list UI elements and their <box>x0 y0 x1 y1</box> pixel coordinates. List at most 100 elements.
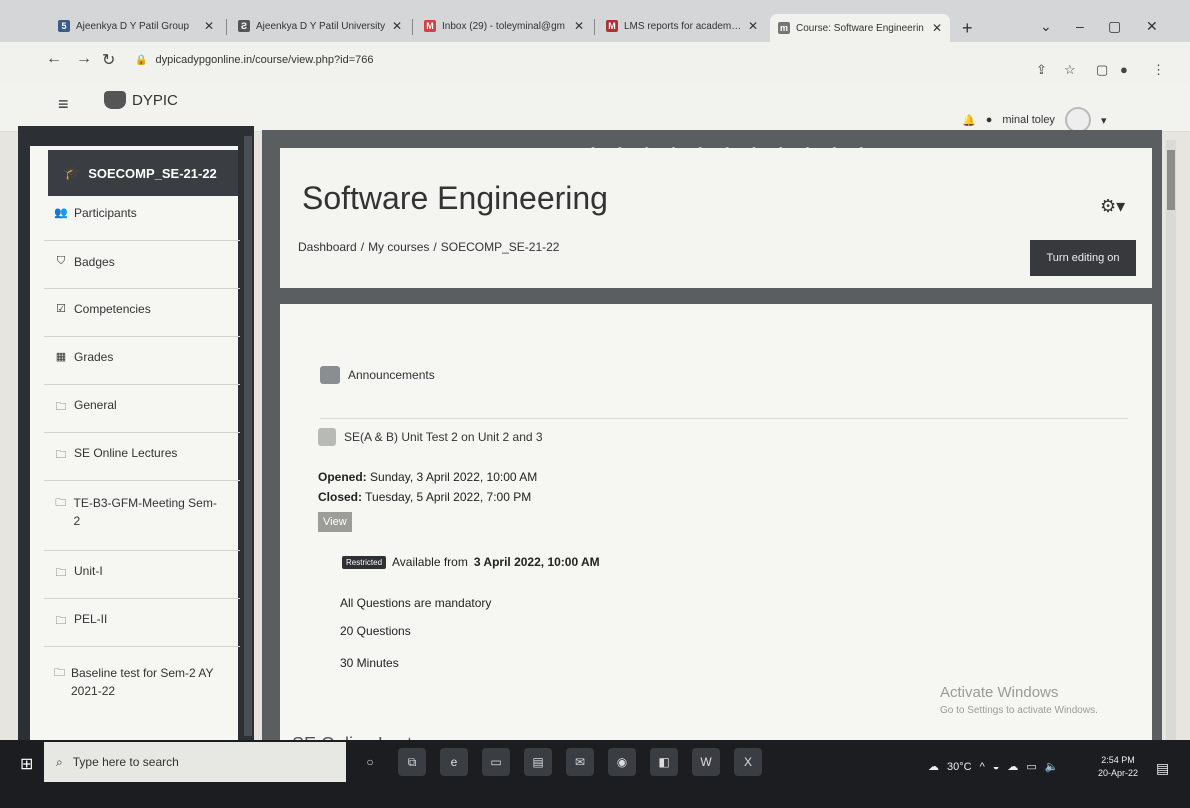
cortana-icon[interactable]: ○ <box>356 748 384 776</box>
divider <box>44 240 240 241</box>
drawer-item-label: PEL-II <box>74 612 108 626</box>
drawer-item-baseline-test[interactable]: 🗀 Baseline test for Sem-2 AY 2021-22 <box>48 664 218 700</box>
user-name[interactable]: minal toley <box>1002 114 1055 126</box>
close-window-button[interactable]: ✕ <box>1146 18 1158 35</box>
office-icon[interactable]: ◧ <box>650 748 678 776</box>
network-icon[interactable]: ◒ <box>993 761 1000 773</box>
store-icon[interactable]: ▤ <box>524 748 552 776</box>
close-icon[interactable]: ✕ <box>204 19 214 33</box>
new-tab-button[interactable]: + <box>962 18 973 39</box>
drawer-item-general[interactable]: 🗀 General <box>48 398 238 417</box>
excel-icon[interactable]: X <box>734 748 762 776</box>
folder-icon: 🗀 <box>55 497 67 509</box>
page-scrollbar-thumb[interactable] <box>1167 150 1175 210</box>
site-name: DYPIC <box>132 91 178 109</box>
quiz-activity[interactable]: SE(A & B) Unit Test 2 on Unit 2 and 3 <box>318 428 543 446</box>
close-icon[interactable]: ✕ <box>748 19 758 33</box>
drawer-item-te-b3-gfm-meeting[interactable]: 🗀 TE-B3-GFM-Meeting Sem-2 <box>48 494 218 530</box>
edge-icon[interactable]: e <box>440 748 468 776</box>
breadcrumb-my-courses[interactable]: My courses <box>368 240 429 254</box>
forward-icon[interactable]: → <box>76 50 92 68</box>
task-view-icon[interactable]: ⧉ <box>398 748 426 776</box>
browser-menu-icon[interactable]: ⋮ <box>1152 62 1165 78</box>
maximize-button[interactable]: ▢ <box>1108 18 1121 35</box>
browser-tab-3[interactable]: M Inbox (29) - toleyminal@gm ✕ <box>416 12 592 40</box>
quiz-link[interactable]: SE(A & B) Unit Test 2 on Unit 2 and 3 <box>344 430 543 444</box>
chrome-icon[interactable]: ◉ <box>608 748 636 776</box>
folder-icon: 🗀 <box>55 401 67 413</box>
divider <box>44 288 240 289</box>
divider <box>44 646 240 647</box>
close-icon[interactable]: ✕ <box>574 19 584 33</box>
minimize-button[interactable]: – <box>1076 18 1084 34</box>
search-placeholder: Type here to search <box>72 755 179 769</box>
turn-editing-on-button[interactable]: Turn editing on <box>1030 240 1136 276</box>
taskbar-apps: ○ ⧉ e ▭ ▤ ✉ ◉ ◧ W X <box>356 748 762 776</box>
weather-icon[interactable]: ☁ <box>928 760 939 773</box>
course-shortname: SOECOMP_SE-21-22 <box>88 165 217 181</box>
breadcrumb-course[interactable]: SOECOMP_SE-21-22 <box>441 240 560 254</box>
tab-title: Inbox (29) - toleyminal@gm <box>442 20 565 32</box>
lock-icon: 🔒 <box>135 54 148 66</box>
browser-tab-4[interactable]: M LMS reports for academic ye ✕ <box>598 12 766 40</box>
graduation-cap-icon: 🎓 <box>64 165 81 180</box>
chevron-down-icon[interactable]: ▾ <box>1101 114 1107 127</box>
taskbar-search-box[interactable]: ⌕ Type here to search <box>44 742 346 782</box>
share-icon[interactable]: ⇪ <box>1036 62 1047 78</box>
chevron-up-icon[interactable]: ^ <box>980 761 985 773</box>
bookmark-star-icon[interactable]: ☆ <box>1064 62 1076 78</box>
browser-tab-5-active[interactable]: m Course: Software Engineerin ✕ <box>770 14 950 42</box>
drawer-item-label: General <box>74 398 117 412</box>
drawer-item-unit-1[interactable]: 🗀 Unit-I <box>48 564 238 583</box>
folder-icon: 🗀 <box>55 615 67 627</box>
tab-search-icon[interactable]: ⌄ <box>1040 18 1052 35</box>
restricted-badge: Restricted <box>342 555 387 569</box>
back-icon[interactable]: ← <box>46 50 62 68</box>
browser-tab-1[interactable]: 5 Ajeenkya D Y Patil Group ✕ <box>50 12 222 40</box>
drawer-scrollbar[interactable] <box>244 136 252 736</box>
drawer-item-grades[interactable]: ▦ Grades <box>48 350 238 364</box>
drawer-item-label: TE-B3-GFM-Meeting Sem-2 <box>73 496 217 528</box>
drawer-item-pel-2[interactable]: 🗀 PEL-II <box>48 612 238 631</box>
check-square-icon: ☑ <box>56 303 66 315</box>
notification-center-icon[interactable]: ▤ <box>1156 760 1169 777</box>
drawer-course-link[interactable]: 🎓 SOECOMP_SE-21-22 <box>48 150 238 196</box>
volume-icon[interactable]: 🔈 <box>1045 760 1059 773</box>
page-scrollbar[interactable] <box>1166 140 1176 750</box>
messages-icon[interactable]: ● <box>986 114 993 126</box>
gmail-icon: M <box>606 20 618 32</box>
tab-title: Course: Software Engineerin <box>796 22 924 34</box>
closed-label: Closed: <box>318 490 363 504</box>
close-icon[interactable]: ✕ <box>932 21 942 35</box>
quiz-info-line: All Questions are mandatory <box>340 596 492 610</box>
course-header <box>280 148 1152 288</box>
breadcrumb-dashboard[interactable]: Dashboard <box>298 240 357 254</box>
file-explorer-icon[interactable]: ▭ <box>482 748 510 776</box>
close-icon[interactable]: ✕ <box>392 19 402 33</box>
browser-tab-2[interactable]: Ƨ Ajeenkya D Y Patil University ✕ <box>230 12 410 40</box>
announcements-link[interactable]: Announcements <box>348 368 435 382</box>
drawer-item-se-online-lectures[interactable]: 🗀 SE Online Lectures <box>48 446 238 465</box>
mail-icon[interactable]: ✉ <box>566 748 594 776</box>
profile-icon[interactable]: ● <box>1120 62 1128 77</box>
announcements-activity[interactable]: Announcements <box>320 366 435 384</box>
word-icon[interactable]: W <box>692 748 720 776</box>
reload-icon[interactable]: ↻ <box>102 50 115 70</box>
restriction-info: Restricted Available from 3 April 2022, … <box>342 555 600 569</box>
display-icon[interactable]: ▭ <box>1026 760 1036 773</box>
onedrive-icon[interactable]: ☁ <box>1007 760 1018 773</box>
site-logo[interactable]: DYPIC <box>104 91 178 109</box>
gear-icon[interactable]: ⚙▾ <box>1100 196 1125 217</box>
breadcrumb-separator: / <box>360 240 365 254</box>
windows-start-icon[interactable]: ⊞ <box>20 754 33 774</box>
url-field[interactable]: 🔒 dypicadypgonline.in/course/view.php?id… <box>135 54 373 66</box>
drawer-item-participants[interactable]: 👥 Participants <box>48 206 238 220</box>
weather-temp[interactable]: 30°C <box>947 761 972 773</box>
notification-bell-icon[interactable]: 🔔 <box>962 114 976 127</box>
hamburger-menu-icon[interactable]: ≡ <box>58 94 69 115</box>
drawer-item-badges[interactable]: ⛉ Badges <box>48 255 238 269</box>
drawer-item-competencies[interactable]: ☑ Competencies <box>48 302 238 316</box>
sidepanel-icon[interactable]: ▢ <box>1096 62 1108 78</box>
view-button[interactable]: View <box>318 512 352 532</box>
taskbar-clock[interactable]: 2:54 PM 20-Apr-22 <box>1098 754 1138 780</box>
